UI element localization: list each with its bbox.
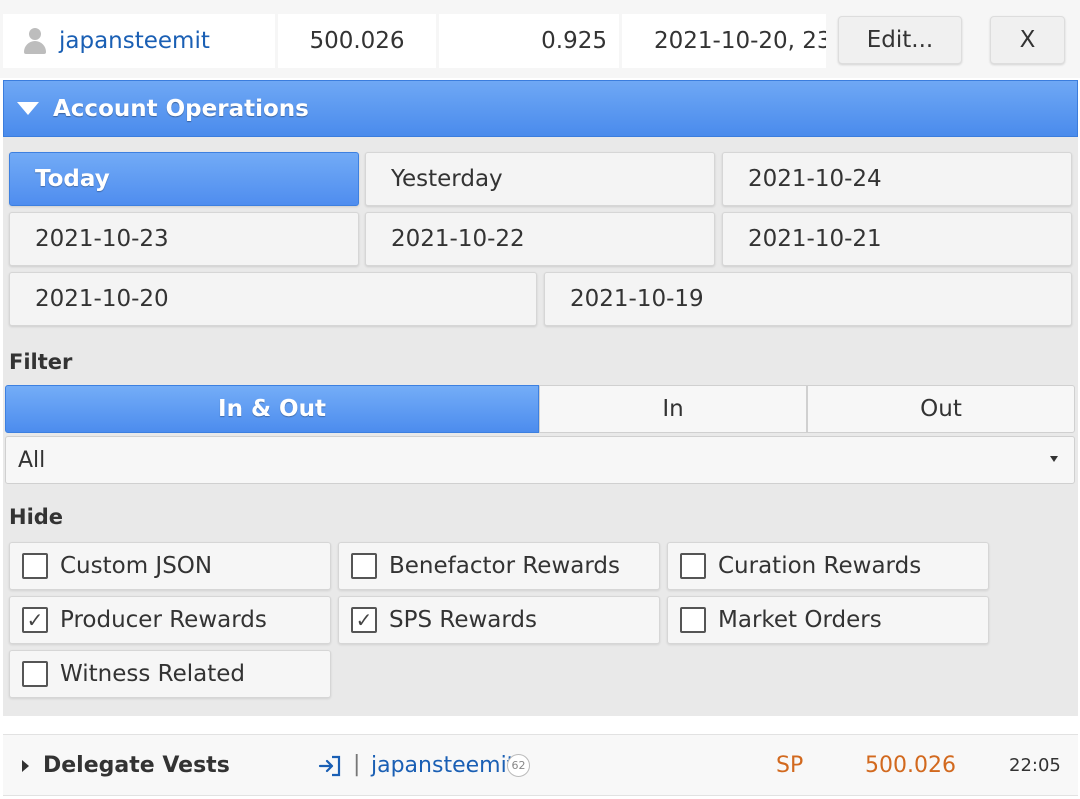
checkbox-label: Custom JSON [60, 553, 213, 579]
filter-in-tab[interactable]: In [539, 385, 807, 433]
delegation-account-cell: japansteemit [3, 14, 275, 68]
hide-witness-related-checkbox[interactable]: Witness Related [9, 650, 331, 698]
operation-time: 22:05 [1009, 755, 1061, 776]
checkbox-checked-icon: ✓ [351, 607, 377, 633]
checkbox-label: SPS Rewards [389, 607, 538, 633]
operation-type-select[interactable]: All [5, 436, 1075, 484]
delegation-amount: 500.026 [278, 14, 436, 68]
date-2021-10-22-button[interactable]: 2021-10-22 [365, 212, 715, 266]
hide-curation-rewards-checkbox[interactable]: Curation Rewards [667, 542, 989, 590]
checkbox-unchecked-icon [351, 553, 377, 579]
account-operations-header[interactable]: Account Operations [3, 80, 1078, 137]
filter-in-out-tab[interactable]: In & Out [5, 385, 539, 433]
date-2021-10-23-button[interactable]: 2021-10-23 [9, 212, 359, 266]
operation-unit: SP [776, 753, 804, 778]
operation-amount: 500.026 [865, 753, 956, 778]
checkbox-label: Benefactor Rewards [389, 553, 620, 579]
checkbox-checked-icon: ✓ [22, 607, 48, 633]
operation-row[interactable]: Delegate Vests | japansteemit 62 SP 500.… [3, 734, 1078, 796]
delegation-account-link[interactable]: japansteemit [59, 28, 210, 54]
checkbox-label: Market Orders [718, 607, 882, 633]
checkbox-unchecked-icon [680, 553, 706, 579]
checkbox-label: Witness Related [60, 661, 245, 687]
delegation-row: japansteemit 500.026 0.925 2021-10-20, 2… [0, 0, 1080, 78]
account-operations-panel: Account Operations Today Yesterday 2021-… [3, 80, 1078, 716]
operation-type-value: All [18, 447, 46, 473]
date-today-button[interactable]: Today [9, 152, 359, 206]
delegation-apr: 0.925 [439, 14, 619, 68]
separator: | [353, 752, 361, 777]
account-operations-title: Account Operations [53, 95, 309, 122]
user-icon [21, 27, 49, 55]
date-2021-10-20-button[interactable]: 2021-10-20 [9, 272, 537, 326]
incoming-arrow-icon [317, 753, 343, 785]
date-2021-10-21-button[interactable]: 2021-10-21 [722, 212, 1072, 266]
remove-delegation-button[interactable]: X [990, 16, 1065, 64]
edit-button[interactable]: Edit... [838, 16, 962, 64]
reputation-badge: 62 [507, 754, 530, 777]
checkbox-label: Producer Rewards [60, 607, 267, 633]
dropdown-arrow-icon [1050, 456, 1058, 462]
delegation-date: 2021-10-20, 23: [622, 14, 826, 68]
checkbox-unchecked-icon [680, 607, 706, 633]
checkbox-unchecked-icon [22, 661, 48, 687]
checkbox-label: Curation Rewards [718, 553, 922, 579]
operation-type: Delegate Vests [43, 753, 230, 778]
operation-account-link[interactable]: japansteemit [371, 753, 515, 778]
hide-market-orders-checkbox[interactable]: Market Orders [667, 596, 989, 644]
filter-label: Filter [9, 350, 73, 374]
hide-producer-rewards-checkbox[interactable]: ✓ Producer Rewards [9, 596, 331, 644]
checkbox-unchecked-icon [22, 553, 48, 579]
expand-triangle-icon[interactable] [22, 760, 29, 772]
date-2021-10-24-button[interactable]: 2021-10-24 [722, 152, 1072, 206]
hide-label: Hide [9, 505, 64, 529]
date-yesterday-button[interactable]: Yesterday [365, 152, 715, 206]
hide-sps-rewards-checkbox[interactable]: ✓ SPS Rewards [338, 596, 660, 644]
date-2021-10-19-button[interactable]: 2021-10-19 [544, 272, 1072, 326]
hide-benefactor-rewards-checkbox[interactable]: Benefactor Rewards [338, 542, 660, 590]
collapse-triangle-icon [17, 102, 39, 115]
hide-custom-json-checkbox[interactable]: Custom JSON [9, 542, 331, 590]
filter-out-tab[interactable]: Out [807, 385, 1075, 433]
